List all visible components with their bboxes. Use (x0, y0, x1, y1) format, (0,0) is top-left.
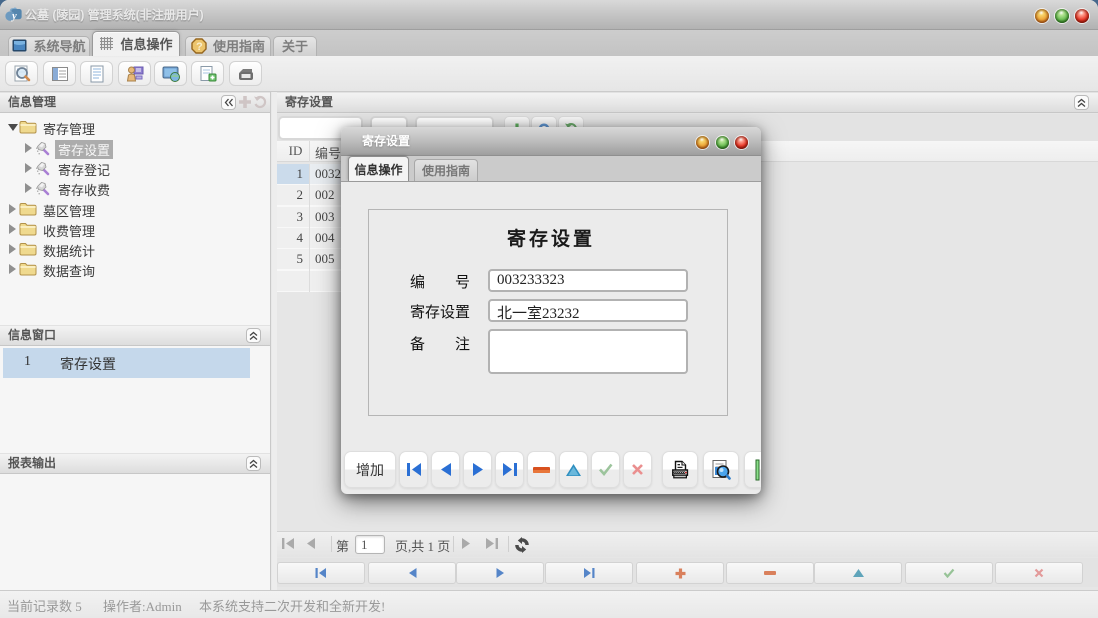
svg-text:?: ? (196, 41, 203, 53)
